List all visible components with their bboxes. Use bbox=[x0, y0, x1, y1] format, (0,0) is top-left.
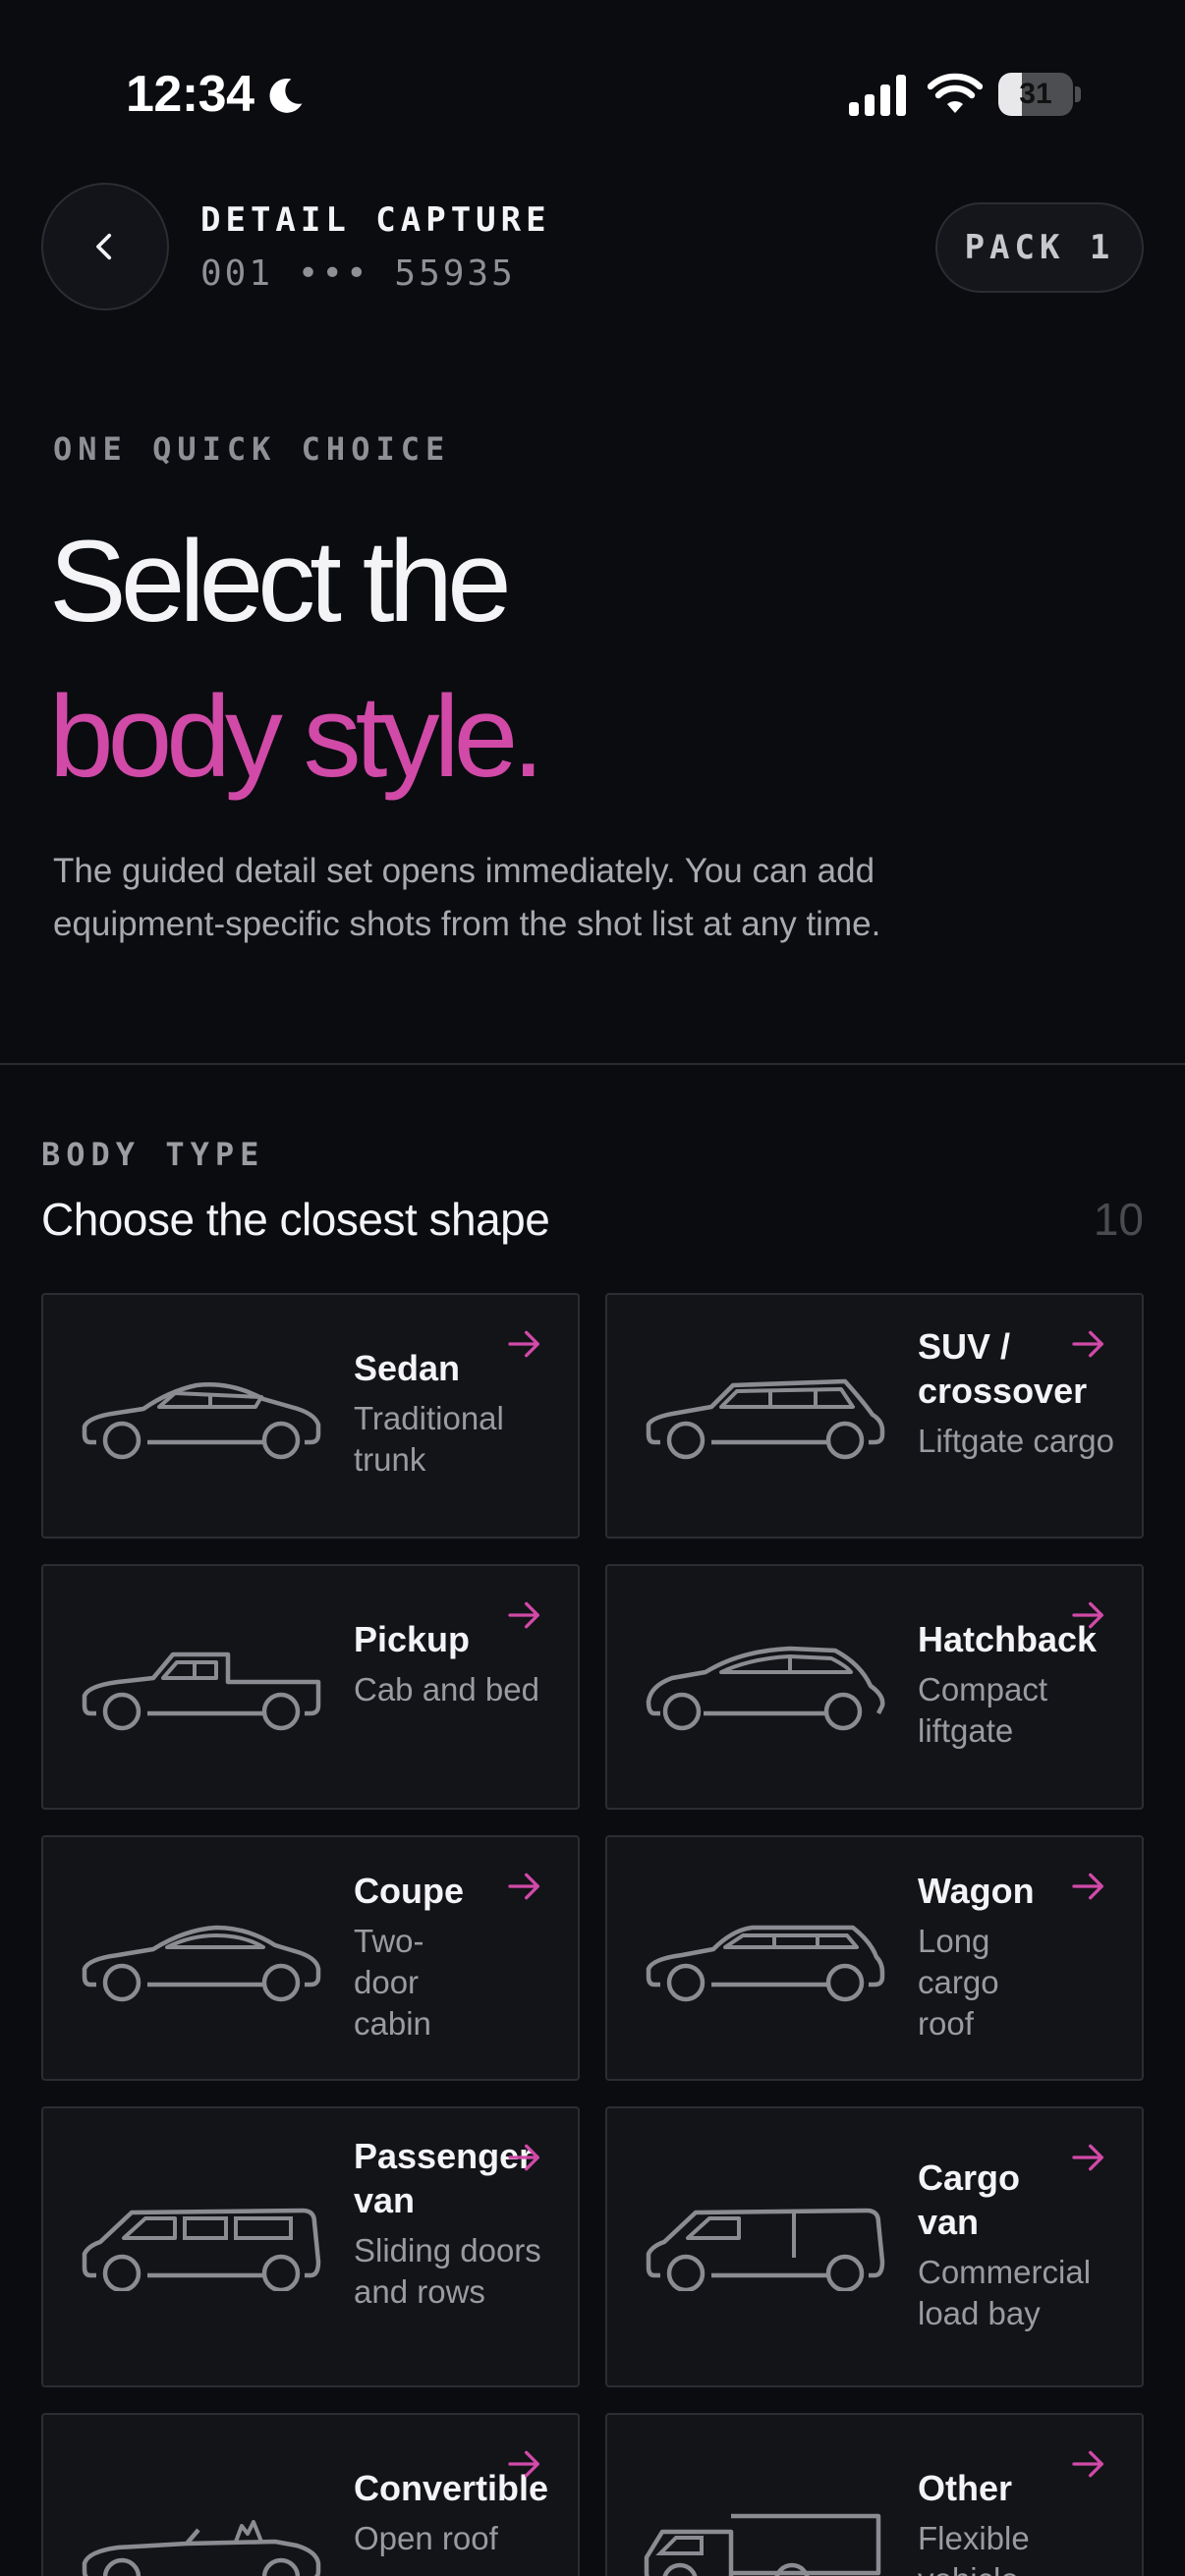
arrow-right-icon bbox=[1072, 1330, 1103, 1358]
moon-icon bbox=[269, 78, 303, 113]
body-type-card-cargo-van[interactable]: Cargo van Commercial load bay bbox=[605, 2106, 1144, 2387]
body-type-card-wagon[interactable]: Wagon Long cargo roof bbox=[605, 1835, 1144, 2081]
body-type-card-suv[interactable]: SUV / crossover Liftgate cargo bbox=[605, 1293, 1144, 1539]
divider bbox=[0, 1063, 1185, 1065]
header-title: DETAIL CAPTURE bbox=[200, 200, 551, 240]
arrow-right-icon bbox=[1072, 1601, 1103, 1629]
arrow-right-icon bbox=[1072, 2144, 1103, 2171]
battery-icon: 31 bbox=[998, 73, 1081, 116]
arrow-right-icon bbox=[1072, 2450, 1103, 2478]
body-type-card-pickup[interactable]: Pickup Cab and bed bbox=[41, 1564, 580, 1810]
body-type-description: Long cargo roof bbox=[918, 1923, 999, 2042]
convertible-icon bbox=[82, 2520, 321, 2576]
hero-description: The guided detail set opens immediately.… bbox=[53, 852, 881, 943]
pack-badge[interactable]: PACK 1 bbox=[935, 202, 1144, 293]
arrow-right-icon bbox=[508, 2144, 539, 2171]
suv-icon bbox=[646, 1378, 885, 1460]
passenger-van-icon bbox=[82, 2208, 321, 2291]
status-bar: 12:34 31 bbox=[0, 0, 1185, 187]
body-type-description: Commercial load bay bbox=[918, 2254, 1092, 2331]
chevron-left-icon bbox=[96, 233, 112, 260]
body-type-card-passenger-van[interactable]: Passenger van Sliding doors and rows bbox=[41, 2106, 580, 2387]
hero-title-line2: body style. bbox=[49, 672, 544, 802]
body-type-card-coupe[interactable]: Coupe Two-door cabin bbox=[41, 1835, 580, 2081]
body-type-description: Compact liftgate bbox=[918, 1671, 1048, 1749]
body-type-description: Flexible vehicle bbox=[918, 2520, 1030, 2576]
signal-icon bbox=[849, 75, 906, 116]
wagon-icon bbox=[646, 1925, 885, 2002]
arrow-right-icon bbox=[508, 1601, 539, 1629]
body-type-card-convertible[interactable]: Convertible Open roof bbox=[41, 2413, 580, 2576]
arrow-right-icon bbox=[1072, 1873, 1103, 1900]
hero-title-line1: Select the bbox=[49, 517, 512, 646]
coupe-icon bbox=[82, 1925, 321, 2002]
pickup-icon bbox=[82, 1652, 321, 1731]
body-type-card-other[interactable]: Other Flexible vehicle bbox=[605, 2413, 1144, 2576]
body-type-description: Cab and bed bbox=[354, 1671, 539, 1708]
body-type-description: Two-door cabin bbox=[354, 1923, 431, 2042]
body-type-card-hatchback[interactable]: Hatchback Compact liftgate bbox=[605, 1564, 1144, 1810]
status-time: 12:34 bbox=[126, 66, 254, 123]
truck-icon bbox=[644, 2513, 881, 2576]
body-type-description: Liftgate cargo bbox=[918, 1423, 1114, 1459]
body-type-description: Traditional trunk bbox=[354, 1400, 504, 1478]
body-type-card-sedan[interactable]: Sedan Traditional trunk bbox=[41, 1293, 580, 1539]
body-type-description: Open roof bbox=[354, 2520, 498, 2556]
header-subtitle: 001 ••• 55935 bbox=[200, 253, 516, 294]
sedan-icon bbox=[82, 1382, 321, 1460]
arrow-right-icon bbox=[508, 2450, 539, 2478]
body-type-name: Cargo van bbox=[918, 2157, 1021, 2242]
wifi-icon bbox=[928, 73, 983, 113]
arrow-right-icon bbox=[508, 1873, 539, 1900]
body-type-description: Sliding doors and rows bbox=[354, 2232, 541, 2310]
hatchback-icon bbox=[646, 1646, 885, 1731]
option-count: 10 bbox=[1093, 1194, 1144, 1245]
back-button[interactable] bbox=[41, 183, 169, 310]
arrow-right-icon bbox=[508, 1330, 539, 1358]
battery-level: 31 bbox=[1019, 78, 1052, 110]
cargo-van-icon bbox=[646, 2208, 885, 2291]
section-label: BODY TYPE bbox=[41, 1136, 265, 1173]
eyebrow-label: ONE QUICK CHOICE bbox=[53, 430, 451, 468]
section-title: Choose the closest shape bbox=[41, 1194, 550, 1245]
